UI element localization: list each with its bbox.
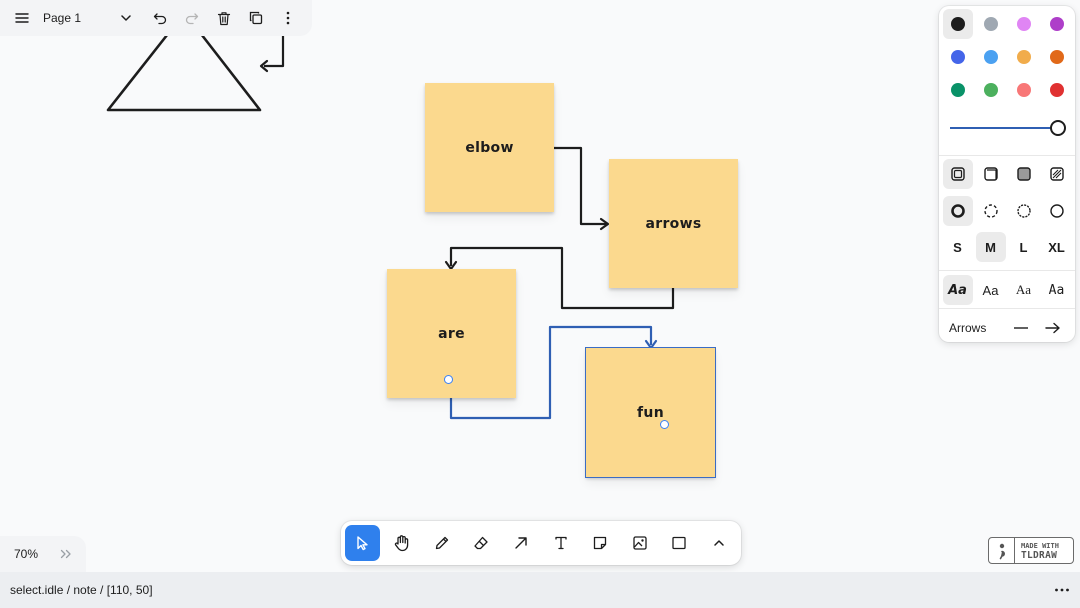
- dash-dashed-icon[interactable]: [976, 196, 1006, 226]
- asset-tool-icon[interactable]: [622, 525, 657, 561]
- duplicate-icon[interactable]: [240, 2, 272, 34]
- arrow-start-handle[interactable]: [444, 375, 453, 384]
- hand-tool-icon[interactable]: [385, 525, 420, 561]
- made-with-tldraw-badge[interactable]: MADE WITH TLDRAW: [988, 537, 1074, 564]
- watermark-line2: TLDRAW: [1021, 549, 1058, 561]
- color-swatch-orange[interactable]: [1042, 42, 1072, 72]
- opacity-slider-track: [950, 127, 1058, 129]
- font-mono-button[interactable]: Aa: [1042, 275, 1072, 305]
- page-name[interactable]: Page 1: [38, 11, 110, 25]
- color-swatch-grey[interactable]: [976, 9, 1006, 39]
- size-s-button[interactable]: S: [943, 232, 973, 262]
- opacity-slider-thumb[interactable]: [1050, 120, 1066, 136]
- font-sans-button[interactable]: Aa: [976, 275, 1006, 305]
- color-row: [941, 75, 1073, 105]
- hamburger-menu-icon[interactable]: [6, 2, 38, 34]
- sticky-note-selected[interactable]: fun: [585, 347, 716, 478]
- color-swatch-light-blue[interactable]: [976, 42, 1006, 72]
- arrow-tool-icon[interactable]: [503, 525, 538, 561]
- fill-pattern-icon[interactable]: [1042, 159, 1072, 189]
- drawing-canvas[interactable]: elbow arrows are fun: [0, 0, 1080, 572]
- select-tool-icon[interactable]: [345, 525, 381, 561]
- color-row: [941, 42, 1073, 72]
- color-swatch-blue[interactable]: [943, 42, 973, 72]
- arrow-end-handle[interactable]: [660, 420, 669, 429]
- size-row: S M L XL: [941, 232, 1073, 262]
- color-swatch-black[interactable]: [942, 9, 973, 39]
- tool-toolbar: [341, 521, 741, 565]
- style-panel: S M L XL Aa Aa Aa Aa Arrows: [939, 6, 1075, 342]
- chevron-up-icon[interactable]: [701, 525, 736, 561]
- undo-icon[interactable]: [144, 2, 176, 34]
- arrowhead-end-arrow-icon[interactable]: [1037, 313, 1069, 343]
- color-swatch-violet[interactable]: [1042, 9, 1072, 39]
- note-text: fun: [637, 404, 664, 421]
- minimap-toggle-icon[interactable]: [60, 549, 72, 559]
- font-row: Aa Aa Aa Aa: [941, 275, 1073, 305]
- chevron-down-icon[interactable]: [110, 2, 142, 34]
- font-serif-button[interactable]: Aa: [1009, 275, 1039, 305]
- debug-status-bar: select.idle / note / [110, 50]: [0, 572, 1080, 608]
- more-vertical-icon[interactable]: [272, 2, 304, 34]
- size-l-button[interactable]: L: [1009, 232, 1039, 262]
- fill-none-icon[interactable]: [942, 159, 973, 189]
- color-swatch-red[interactable]: [1042, 75, 1072, 105]
- dash-solid-icon[interactable]: [1042, 196, 1072, 226]
- color-swatch-green[interactable]: [943, 75, 973, 105]
- redo-icon[interactable]: [176, 2, 208, 34]
- draw-tool-icon[interactable]: [424, 525, 459, 561]
- arrows-row: Arrows: [949, 313, 1069, 343]
- note-text: are: [438, 325, 465, 342]
- trash-icon[interactable]: [208, 2, 240, 34]
- divider: [939, 270, 1075, 271]
- color-swatch-light-violet[interactable]: [1009, 9, 1039, 39]
- zoom-panel: 70%: [0, 536, 86, 572]
- arrowhead-start-none-icon[interactable]: [1005, 313, 1037, 343]
- divider: [939, 155, 1075, 156]
- fill-solid-icon[interactable]: [1009, 159, 1039, 189]
- size-m-button[interactable]: M: [975, 232, 1006, 262]
- color-swatch-yellow[interactable]: [1009, 42, 1039, 72]
- color-swatch-light-red[interactable]: [1009, 75, 1039, 105]
- dash-dotted-icon[interactable]: [1009, 196, 1039, 226]
- more-horizontal-icon[interactable]: [1044, 588, 1080, 592]
- zoom-level[interactable]: 70%: [14, 547, 60, 561]
- eraser-tool-icon[interactable]: [464, 525, 499, 561]
- dash-row: [941, 196, 1073, 226]
- sticky-note[interactable]: elbow: [425, 83, 554, 212]
- menu-panel: Page 1: [0, 0, 312, 36]
- size-xl-button[interactable]: XL: [1042, 232, 1072, 262]
- dash-draw-icon[interactable]: [942, 196, 973, 226]
- fill-row: [941, 159, 1073, 189]
- status-text: select.idle / note / [110, 50]: [10, 583, 153, 597]
- color-row: [941, 9, 1073, 39]
- divider: [939, 308, 1075, 309]
- color-swatch-light-green[interactable]: [976, 75, 1006, 105]
- note-text: arrows: [645, 215, 702, 232]
- note-text: elbow: [465, 139, 514, 156]
- font-draw-button[interactable]: Aa: [942, 275, 973, 305]
- tldraw-logo-icon: [989, 538, 1015, 563]
- rectangle-tool-icon[interactable]: [662, 525, 697, 561]
- note-tool-icon[interactable]: [583, 525, 618, 561]
- fill-semi-icon[interactable]: [976, 159, 1006, 189]
- sticky-note[interactable]: arrows: [609, 159, 738, 288]
- arrows-label: Arrows: [949, 321, 987, 335]
- triangle-shape[interactable]: [106, 28, 262, 112]
- text-tool-icon[interactable]: [543, 525, 578, 561]
- arrow-elbow-to-arrows[interactable]: [553, 146, 606, 226]
- opacity-slider[interactable]: [950, 120, 1066, 136]
